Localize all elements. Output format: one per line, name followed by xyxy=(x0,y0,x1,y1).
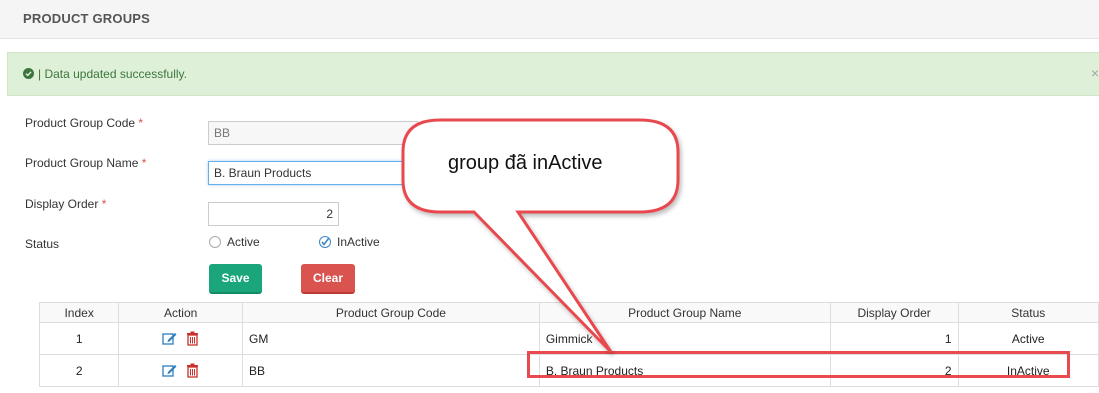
success-alert: | Data updated successfully. × xyxy=(7,52,1099,96)
check-circle-icon xyxy=(23,68,34,79)
cell-index: 1 xyxy=(38,322,120,355)
radio-button[interactable] xyxy=(209,236,221,248)
trash-icon[interactable] xyxy=(186,331,199,346)
table-header-row: Index Action Product Group Code Product … xyxy=(38,302,1099,323)
cell-status: InActive xyxy=(957,354,1099,387)
checkmark-icon xyxy=(321,238,330,246)
product-group-name-label: Product Group Name * xyxy=(25,156,146,170)
cell-name: B. Braun Products xyxy=(538,354,831,387)
alert-message: | Data updated successfully. xyxy=(38,67,187,81)
product-group-name-field[interactable] xyxy=(208,161,418,185)
cell-display-order: 1 xyxy=(829,322,959,355)
close-icon[interactable]: × xyxy=(1091,65,1099,81)
cell-code: BB xyxy=(241,354,540,387)
table-row[interactable]: 1 GM Gimmick 1 Active xyxy=(38,322,1099,355)
product-group-code-field[interactable] xyxy=(208,121,418,145)
column-header-name[interactable]: Product Group Name xyxy=(538,302,831,323)
save-button[interactable]: Save xyxy=(209,264,262,294)
label-text: Product Group Code xyxy=(25,116,136,130)
page-title: PRODUCT GROUPS xyxy=(23,11,151,26)
status-label: Status xyxy=(25,237,60,251)
cell-name: Gimmick xyxy=(538,322,831,355)
clear-button[interactable]: Clear xyxy=(301,264,355,294)
required-mark: * xyxy=(138,116,144,130)
radio-label-active: Active xyxy=(227,235,260,249)
table-row[interactable]: 2 BB B. Braun Products 2 InActive xyxy=(38,354,1099,387)
status-radio-inactive[interactable]: InActive xyxy=(319,235,380,249)
cell-status: Active xyxy=(957,322,1099,355)
column-header-action: Action xyxy=(118,302,243,323)
trash-icon[interactable] xyxy=(186,363,199,378)
display-order-field[interactable] xyxy=(208,202,339,226)
radio-button-checked[interactable] xyxy=(319,236,331,248)
cell-display-order: 2 xyxy=(829,354,959,387)
cell-action xyxy=(118,354,243,387)
status-radio-active[interactable]: Active xyxy=(209,235,260,249)
annotation-callout-text: group đã inActive xyxy=(448,152,603,174)
required-mark: * xyxy=(101,197,107,211)
column-header-display-order[interactable]: Display Order xyxy=(829,302,959,323)
column-header-status[interactable]: Status xyxy=(957,302,1099,323)
edit-icon[interactable] xyxy=(162,331,177,346)
label-text: Product Group Name xyxy=(25,156,139,170)
column-header-code[interactable]: Product Group Code xyxy=(241,302,540,323)
required-mark: * xyxy=(141,156,147,170)
cell-index: 2 xyxy=(38,354,120,387)
radio-label-inactive: InActive xyxy=(337,235,380,249)
edit-icon[interactable] xyxy=(162,363,177,378)
column-header-index[interactable]: Index xyxy=(38,302,120,323)
product-groups-table: Index Action Product Group Code Product … xyxy=(38,302,1099,387)
product-group-code-label: Product Group Code * xyxy=(25,116,143,130)
display-order-label: Display Order * xyxy=(25,197,106,211)
page-header: PRODUCT GROUPS xyxy=(0,0,1099,39)
cell-action xyxy=(118,322,243,355)
label-text: Display Order xyxy=(25,197,99,211)
cell-code: GM xyxy=(241,322,540,355)
